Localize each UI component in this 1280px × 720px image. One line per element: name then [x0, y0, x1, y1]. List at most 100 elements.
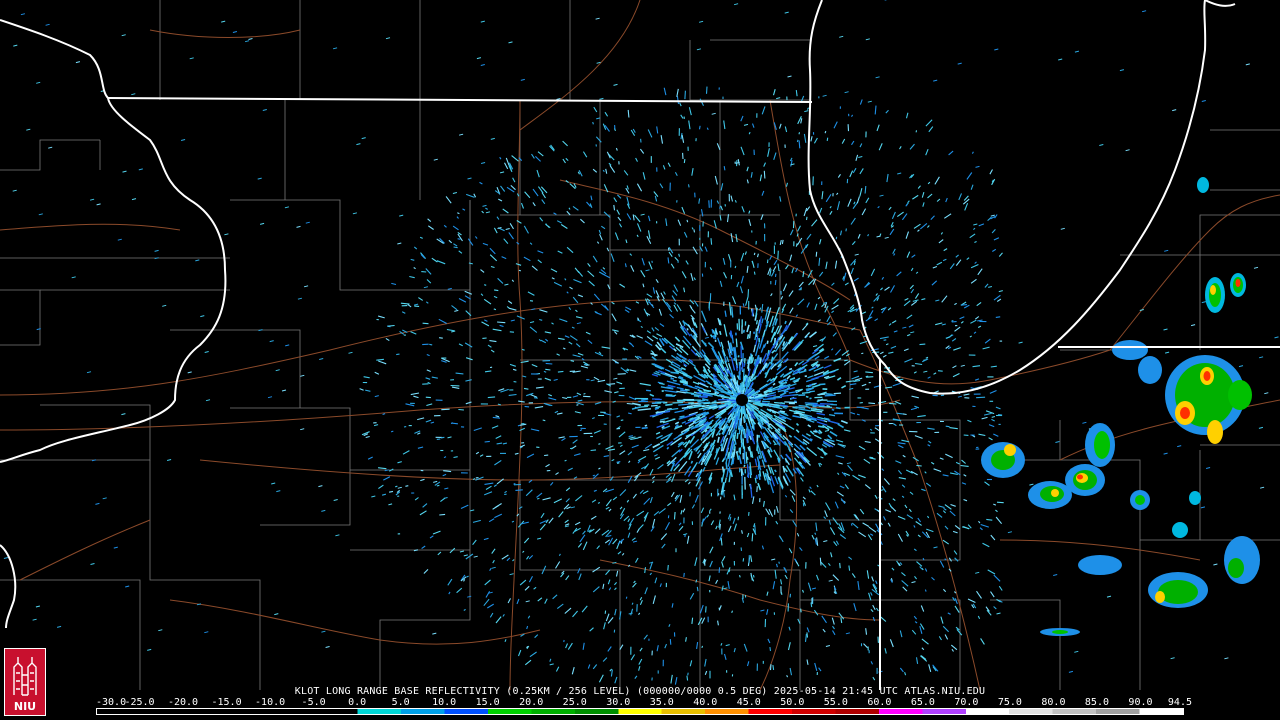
radar-speckle [566, 506, 571, 510]
radar-speckle [528, 575, 533, 583]
radar-speckle [850, 523, 853, 526]
radar-speckle [1055, 441, 1060, 443]
radar-speckle [881, 485, 887, 493]
radar-speckle [627, 476, 633, 483]
radar-speckle [485, 591, 491, 598]
radar-speckle [564, 459, 567, 462]
scale-tick-label: 30.0 [606, 697, 631, 708]
radar-speckle [631, 602, 634, 605]
radar-speckle [927, 181, 931, 185]
radar-speckle [966, 172, 973, 180]
radar-speckle [595, 311, 602, 316]
radar-speckle [673, 284, 679, 292]
radar-speckle [420, 478, 425, 482]
radar-speckle [921, 488, 926, 492]
radar-speckle [709, 560, 713, 568]
radar-speckle [733, 523, 738, 531]
radar-speckle [507, 300, 513, 304]
radar-speckle [766, 609, 769, 615]
radar-speckle [795, 314, 799, 317]
radar-speckle [897, 469, 903, 475]
radar-speckle [829, 430, 838, 437]
radar-speckle [678, 253, 681, 257]
radar-speckle [857, 581, 860, 590]
radar-speckle [590, 195, 593, 201]
radar-speckle [861, 383, 867, 387]
radar-speckle [414, 497, 419, 501]
radar-speckle [458, 133, 464, 136]
radar-speckle [32, 618, 37, 621]
radar-speckle [916, 561, 923, 567]
storm-cells [981, 177, 1260, 636]
radar-speckle [617, 194, 622, 199]
radar-speckle [781, 303, 787, 311]
radar-speckle [865, 38, 870, 41]
radar-speckle [650, 350, 654, 353]
radar-speckle [654, 577, 658, 584]
scale-tick-label: 90.0 [1128, 697, 1153, 708]
radar-speckle [614, 391, 619, 394]
radar-speckle [492, 559, 495, 564]
radar-speckle [686, 219, 689, 223]
radar-speckle [925, 119, 933, 127]
radar-speckle [425, 301, 429, 304]
radar-speckle [822, 94, 827, 97]
radar-speckle [899, 667, 904, 673]
radar-speckle [670, 674, 673, 684]
radar-speckle [537, 151, 544, 157]
radar-speckle [1106, 595, 1112, 598]
radar-speckle [1264, 392, 1269, 395]
radar-speckle [422, 322, 429, 325]
radar-speckle [642, 283, 645, 288]
radar-speckle [953, 550, 958, 555]
radar-speckle [562, 347, 566, 350]
radar-speckle [376, 358, 384, 361]
radar-speckle [901, 572, 906, 577]
radar-speckle [932, 265, 938, 269]
radar-speckle [901, 213, 908, 221]
radar-speckle [440, 497, 446, 503]
radar-speckle [468, 262, 473, 265]
radar-speckle [795, 422, 800, 426]
radar-speckle [767, 638, 771, 644]
radar-speckle [490, 349, 495, 353]
radar-speckle [690, 306, 696, 314]
radar-speckle [598, 467, 601, 470]
radar-speckle [647, 129, 653, 138]
radar-speckle [706, 514, 710, 518]
radar-speckle [958, 193, 963, 201]
radar-speckle [851, 140, 855, 146]
radar-speckle [831, 310, 835, 314]
radar-speckle [710, 520, 715, 526]
radar-speckle [928, 664, 932, 673]
radar-speckle [440, 436, 445, 439]
radar-speckle [262, 109, 267, 111]
radar-speckle [865, 371, 873, 374]
radar-speckle [779, 239, 782, 246]
county-boundaries [0, 0, 1280, 690]
radar-speckle [793, 435, 805, 445]
radar-speckle [539, 519, 547, 525]
radar-speckle [439, 337, 443, 339]
radar-speckle [831, 282, 835, 286]
radar-speckle [745, 297, 749, 306]
radar-speckle [839, 230, 843, 236]
radar-speckle [536, 537, 542, 540]
radar-speckle [811, 382, 817, 386]
radar-speckle [665, 403, 673, 406]
radar-speckle [463, 554, 468, 557]
radar-speckle [567, 642, 573, 650]
radar-speckle [1172, 109, 1177, 112]
radar-speckle [763, 343, 767, 348]
radar-speckle [587, 270, 595, 278]
radar-speckle [56, 625, 62, 628]
radar-speckle [978, 433, 986, 437]
radar-speckle [537, 259, 542, 264]
radar-speckle [648, 261, 653, 270]
radar-speckle [562, 140, 568, 147]
radar-speckle [544, 377, 552, 381]
radar-speckle [570, 360, 575, 362]
radar-speckle [480, 162, 486, 164]
radar-speckle [533, 397, 538, 399]
radar-speckle [1253, 266, 1259, 269]
